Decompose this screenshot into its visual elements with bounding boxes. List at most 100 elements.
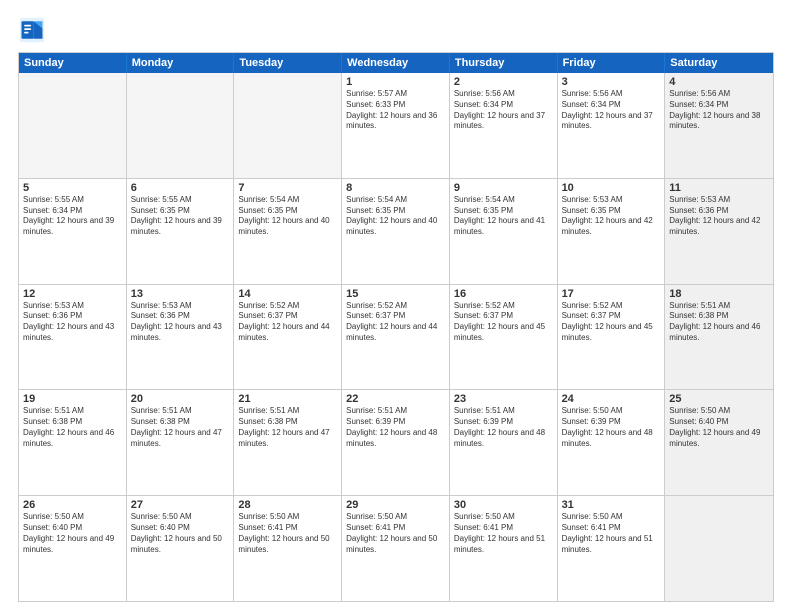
day-number: 20 [131,393,230,405]
day-number: 6 [131,182,230,194]
day-number: 13 [131,288,230,300]
calendar-row-2: 12Sunrise: 5:53 AMSunset: 6:36 PMDayligh… [19,285,773,391]
day-cell-11: 11Sunrise: 5:53 AMSunset: 6:36 PMDayligh… [665,179,773,284]
day-number: 17 [562,288,661,300]
day-cell-14: 14Sunrise: 5:52 AMSunset: 6:37 PMDayligh… [234,285,342,390]
day-info: Sunrise: 5:50 AMSunset: 6:40 PMDaylight:… [131,512,230,555]
day-cell-26: 26Sunrise: 5:50 AMSunset: 6:40 PMDayligh… [19,496,127,601]
day-info: Sunrise: 5:50 AMSunset: 6:41 PMDaylight:… [238,512,337,555]
day-cell-31: 31Sunrise: 5:50 AMSunset: 6:41 PMDayligh… [558,496,666,601]
day-cell-2: 2Sunrise: 5:56 AMSunset: 6:34 PMDaylight… [450,73,558,178]
day-number: 4 [669,76,769,88]
day-cell-29: 29Sunrise: 5:50 AMSunset: 6:41 PMDayligh… [342,496,450,601]
day-cell-28: 28Sunrise: 5:50 AMSunset: 6:41 PMDayligh… [234,496,342,601]
header-day-friday: Friday [558,53,666,73]
day-number: 1 [346,76,445,88]
day-cell-7: 7Sunrise: 5:54 AMSunset: 6:35 PMDaylight… [234,179,342,284]
day-cell-13: 13Sunrise: 5:53 AMSunset: 6:36 PMDayligh… [127,285,235,390]
empty-cell-0-2 [234,73,342,178]
day-info: Sunrise: 5:55 AMSunset: 6:34 PMDaylight:… [23,195,122,238]
day-cell-20: 20Sunrise: 5:51 AMSunset: 6:38 PMDayligh… [127,390,235,495]
day-number: 7 [238,182,337,194]
day-number: 28 [238,499,337,511]
day-info: Sunrise: 5:51 AMSunset: 6:38 PMDaylight:… [238,406,337,449]
day-info: Sunrise: 5:53 AMSunset: 6:35 PMDaylight:… [562,195,661,238]
day-cell-6: 6Sunrise: 5:55 AMSunset: 6:35 PMDaylight… [127,179,235,284]
day-cell-1: 1Sunrise: 5:57 AMSunset: 6:33 PMDaylight… [342,73,450,178]
day-cell-12: 12Sunrise: 5:53 AMSunset: 6:36 PMDayligh… [19,285,127,390]
day-number: 19 [23,393,122,405]
day-cell-5: 5Sunrise: 5:55 AMSunset: 6:34 PMDaylight… [19,179,127,284]
day-info: Sunrise: 5:50 AMSunset: 6:40 PMDaylight:… [23,512,122,555]
day-cell-23: 23Sunrise: 5:51 AMSunset: 6:39 PMDayligh… [450,390,558,495]
day-number: 11 [669,182,769,194]
calendar-row-4: 26Sunrise: 5:50 AMSunset: 6:40 PMDayligh… [19,496,773,601]
day-number: 10 [562,182,661,194]
header-day-sunday: Sunday [19,53,127,73]
header-day-monday: Monday [127,53,235,73]
day-number: 14 [238,288,337,300]
day-number: 29 [346,499,445,511]
day-number: 23 [454,393,553,405]
logo [18,16,50,44]
day-cell-17: 17Sunrise: 5:52 AMSunset: 6:37 PMDayligh… [558,285,666,390]
day-info: Sunrise: 5:52 AMSunset: 6:37 PMDaylight:… [454,301,553,344]
day-cell-21: 21Sunrise: 5:51 AMSunset: 6:38 PMDayligh… [234,390,342,495]
day-cell-3: 3Sunrise: 5:56 AMSunset: 6:34 PMDaylight… [558,73,666,178]
day-info: Sunrise: 5:51 AMSunset: 6:38 PMDaylight:… [669,301,769,344]
page: SundayMondayTuesdayWednesdayThursdayFrid… [0,0,792,612]
day-info: Sunrise: 5:56 AMSunset: 6:34 PMDaylight:… [669,89,769,132]
calendar-row-1: 5Sunrise: 5:55 AMSunset: 6:34 PMDaylight… [19,179,773,285]
day-number: 22 [346,393,445,405]
empty-cell-4-6 [665,496,773,601]
day-number: 21 [238,393,337,405]
day-info: Sunrise: 5:57 AMSunset: 6:33 PMDaylight:… [346,89,445,132]
day-cell-19: 19Sunrise: 5:51 AMSunset: 6:38 PMDayligh… [19,390,127,495]
day-number: 2 [454,76,553,88]
day-info: Sunrise: 5:54 AMSunset: 6:35 PMDaylight:… [346,195,445,238]
day-info: Sunrise: 5:50 AMSunset: 6:39 PMDaylight:… [562,406,661,449]
day-info: Sunrise: 5:53 AMSunset: 6:36 PMDaylight:… [23,301,122,344]
day-info: Sunrise: 5:53 AMSunset: 6:36 PMDaylight:… [669,195,769,238]
day-number: 27 [131,499,230,511]
day-number: 18 [669,288,769,300]
day-number: 26 [23,499,122,511]
day-info: Sunrise: 5:53 AMSunset: 6:36 PMDaylight:… [131,301,230,344]
header-day-thursday: Thursday [450,53,558,73]
day-cell-24: 24Sunrise: 5:50 AMSunset: 6:39 PMDayligh… [558,390,666,495]
empty-cell-0-0 [19,73,127,178]
header-day-saturday: Saturday [665,53,773,73]
day-cell-10: 10Sunrise: 5:53 AMSunset: 6:35 PMDayligh… [558,179,666,284]
day-info: Sunrise: 5:56 AMSunset: 6:34 PMDaylight:… [454,89,553,132]
day-cell-18: 18Sunrise: 5:51 AMSunset: 6:38 PMDayligh… [665,285,773,390]
day-info: Sunrise: 5:50 AMSunset: 6:41 PMDaylight:… [454,512,553,555]
day-info: Sunrise: 5:51 AMSunset: 6:39 PMDaylight:… [346,406,445,449]
day-number: 3 [562,76,661,88]
header-day-wednesday: Wednesday [342,53,450,73]
logo-icon [18,16,46,44]
day-cell-4: 4Sunrise: 5:56 AMSunset: 6:34 PMDaylight… [665,73,773,178]
calendar: SundayMondayTuesdayWednesdayThursdayFrid… [18,52,774,602]
day-cell-30: 30Sunrise: 5:50 AMSunset: 6:41 PMDayligh… [450,496,558,601]
day-info: Sunrise: 5:51 AMSunset: 6:39 PMDaylight:… [454,406,553,449]
day-info: Sunrise: 5:54 AMSunset: 6:35 PMDaylight:… [454,195,553,238]
calendar-row-0: 1Sunrise: 5:57 AMSunset: 6:33 PMDaylight… [19,73,773,179]
day-info: Sunrise: 5:50 AMSunset: 6:40 PMDaylight:… [669,406,769,449]
day-number: 12 [23,288,122,300]
day-info: Sunrise: 5:52 AMSunset: 6:37 PMDaylight:… [238,301,337,344]
day-info: Sunrise: 5:52 AMSunset: 6:37 PMDaylight:… [562,301,661,344]
day-number: 15 [346,288,445,300]
day-number: 24 [562,393,661,405]
day-cell-15: 15Sunrise: 5:52 AMSunset: 6:37 PMDayligh… [342,285,450,390]
empty-cell-0-1 [127,73,235,178]
calendar-header: SundayMondayTuesdayWednesdayThursdayFrid… [19,53,773,73]
day-info: Sunrise: 5:54 AMSunset: 6:35 PMDaylight:… [238,195,337,238]
day-cell-8: 8Sunrise: 5:54 AMSunset: 6:35 PMDaylight… [342,179,450,284]
day-info: Sunrise: 5:55 AMSunset: 6:35 PMDaylight:… [131,195,230,238]
day-cell-27: 27Sunrise: 5:50 AMSunset: 6:40 PMDayligh… [127,496,235,601]
header [18,16,774,44]
header-day-tuesday: Tuesday [234,53,342,73]
day-number: 5 [23,182,122,194]
day-cell-22: 22Sunrise: 5:51 AMSunset: 6:39 PMDayligh… [342,390,450,495]
day-info: Sunrise: 5:56 AMSunset: 6:34 PMDaylight:… [562,89,661,132]
